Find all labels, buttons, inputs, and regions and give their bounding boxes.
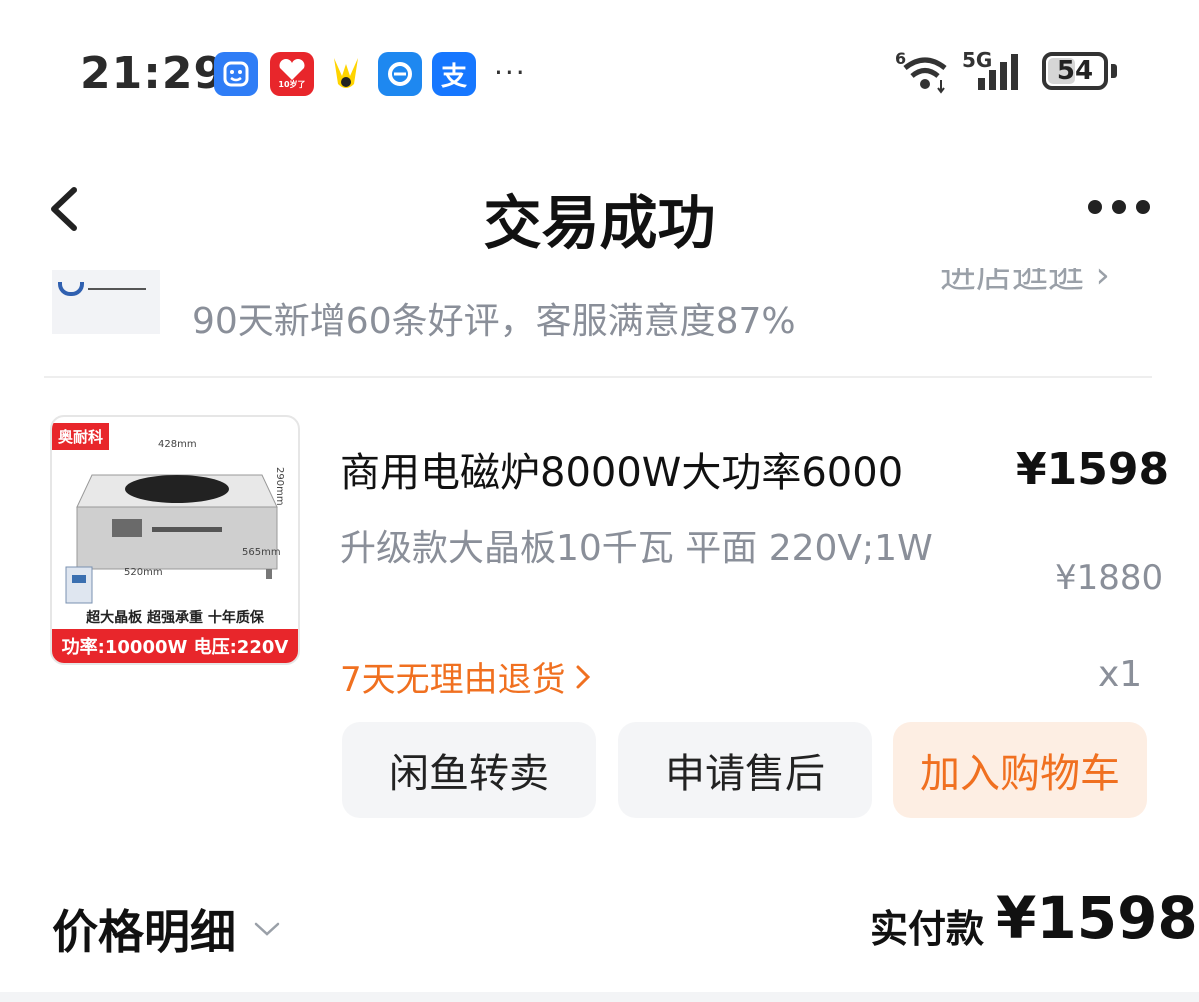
dim-height-label: 290mm (274, 467, 285, 506)
shop-logo[interactable] (52, 270, 160, 334)
after-sale-button[interactable]: 申请售后 (618, 722, 872, 818)
meituan-icon (324, 52, 368, 96)
bottom-edge (0, 992, 1199, 1002)
face-app-icon (214, 52, 258, 96)
dim-width-label: 428mm (158, 439, 197, 450)
shop-rating-stat: 90天新增60条好评，客服满意度87% (192, 301, 796, 342)
price-detail-label: 价格明细 (52, 905, 236, 959)
status-time: 21:29 (80, 48, 226, 99)
alipay-icon: 支 (432, 52, 476, 96)
visit-shop-label: 进店逛逛 › (940, 268, 1110, 296)
price-detail-toggle[interactable]: 价格明细 (52, 896, 282, 962)
product-features: 超大晶板 超强承重 十年质保 (86, 610, 264, 626)
chevron-down-icon (254, 922, 280, 936)
tmall-caption: 10岁了 (278, 80, 306, 89)
product-image[interactable]: 奥耐科 428mm 290mm 565mm 520mm 超大晶板 超强承重 十年… (50, 415, 300, 665)
product-promo-bar: 功率:10000W 电压:220V (52, 629, 298, 663)
resell-button[interactable]: 闲鱼转卖 (342, 722, 596, 818)
product-quantity: x1 (1098, 654, 1143, 695)
return-policy-label: 7天无理由退货 (340, 660, 566, 700)
battery-tip (1111, 64, 1117, 78)
visit-shop-link[interactable]: 进店逛逛 › (940, 268, 1140, 300)
notification-more-icon: ··· (494, 56, 527, 89)
more-options-icon[interactable] (1088, 200, 1150, 214)
original-price: ¥1880 (1055, 558, 1164, 598)
battery-percent: 54 (1056, 56, 1094, 86)
status-bar: 21:29 10岁了 支 ··· 6 5G 54 (0, 0, 1199, 140)
return-policy-link[interactable]: 7天无理由退货 (340, 652, 592, 701)
product-price: ¥1598 (1016, 444, 1170, 495)
induction-cooker-illustration (65, 474, 278, 604)
divider (44, 376, 1152, 378)
paid-amount: ¥1598 (996, 884, 1198, 952)
alipay-glyph: 支 (440, 61, 467, 92)
wifi-icon: 6 (895, 50, 947, 94)
paid-label: 实付款 (870, 907, 985, 951)
add-to-cart-button[interactable]: 加入购物车 (893, 722, 1147, 818)
dim-base-label: 520mm (124, 567, 163, 578)
battery-icon: 54 (1042, 52, 1108, 90)
eleme-icon (378, 52, 422, 96)
page-title: 交易成功 (483, 189, 716, 257)
signal-strength-icon (978, 54, 1018, 90)
product-title[interactable]: 商用电磁炉8000W大功率6000 (340, 440, 903, 498)
product-spec: 升级款大晶板10千瓦 平面 220V;1W (340, 528, 933, 569)
chevron-right-icon (576, 665, 590, 688)
tmall-heart-icon: 10岁了 (270, 52, 314, 96)
dim-depth-label: 565mm (242, 547, 281, 558)
